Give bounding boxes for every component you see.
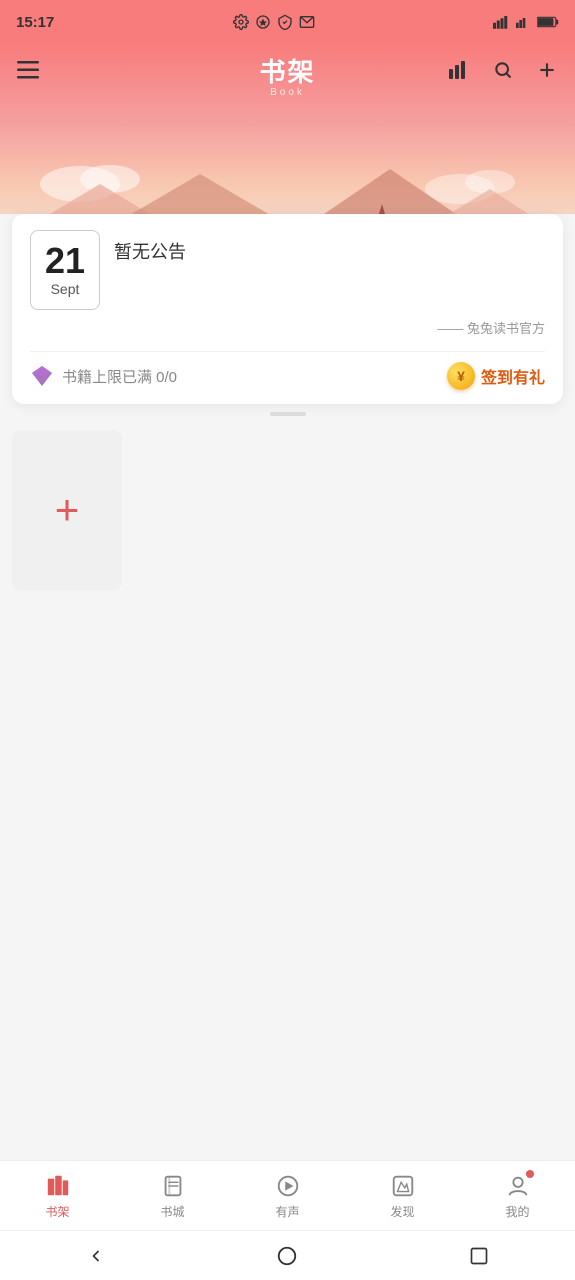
back-button[interactable] bbox=[76, 1236, 116, 1276]
search-icon bbox=[493, 60, 513, 80]
coin-icon: ¥ bbox=[447, 362, 475, 390]
vpn-icon bbox=[277, 14, 293, 30]
status-time: 15:17 bbox=[16, 14, 54, 31]
search-button[interactable] bbox=[489, 56, 517, 84]
add-icon bbox=[537, 60, 557, 80]
nav-item-audio[interactable]: 有声 bbox=[230, 1172, 345, 1220]
system-nav-bar bbox=[0, 1230, 575, 1280]
recents-button[interactable] bbox=[459, 1236, 499, 1276]
battery-icon bbox=[537, 16, 559, 28]
book-limit: 书籍上限已满 0/0 bbox=[30, 364, 177, 388]
check-in-label: 签到有礼 bbox=[481, 364, 545, 388]
calendar-day: 21 bbox=[45, 243, 85, 279]
announcement-footer: 书籍上限已满 0/0 ¥ 签到有礼 bbox=[30, 351, 545, 390]
status-icons bbox=[233, 14, 315, 30]
store-icon bbox=[159, 1172, 187, 1200]
nav-item-discover[interactable]: 发现 bbox=[345, 1172, 460, 1220]
add-book-plus: + bbox=[55, 489, 80, 531]
home-button[interactable] bbox=[267, 1236, 307, 1276]
announcement-top: 21 Sept 暂无公告 bbox=[30, 230, 545, 310]
bottom-nav: 书架 书城 有声 发现 bbox=[0, 1160, 575, 1230]
menu-icon bbox=[17, 61, 39, 79]
app-title-zh: 书架 bbox=[259, 52, 315, 89]
add-button[interactable] bbox=[533, 56, 561, 84]
bookshelf: + bbox=[12, 430, 563, 590]
scroll-indicator bbox=[270, 412, 306, 416]
calendar-month: Sept bbox=[51, 281, 80, 297]
audio-icon bbox=[274, 1172, 302, 1200]
nav-label-store: 书城 bbox=[160, 1203, 184, 1220]
header-left-actions bbox=[14, 56, 42, 84]
book-limit-text: 书籍上限已满 0/0 bbox=[62, 366, 177, 387]
menu-button[interactable] bbox=[14, 56, 42, 84]
nav-label-discover: 发现 bbox=[390, 1203, 414, 1220]
nav-item-mine[interactable]: 我的 bbox=[460, 1172, 575, 1220]
nav-label-shelf: 书架 bbox=[45, 1203, 69, 1220]
chart-button[interactable] bbox=[445, 56, 473, 84]
announcement-text: 暂无公告 bbox=[114, 230, 186, 264]
recents-icon bbox=[469, 1246, 489, 1266]
header-right-actions bbox=[445, 56, 561, 84]
shelf-icon bbox=[44, 1172, 72, 1200]
mine-icon bbox=[504, 1172, 532, 1200]
back-icon bbox=[86, 1246, 106, 1266]
settings-icon bbox=[233, 14, 249, 30]
check-in-button[interactable]: ¥ 签到有礼 bbox=[447, 362, 545, 390]
app-title: 书架 Book bbox=[259, 52, 315, 98]
nav-item-store[interactable]: 书城 bbox=[115, 1172, 230, 1220]
nav-label-audio: 有声 bbox=[275, 1203, 299, 1220]
network-icon bbox=[516, 15, 532, 29]
main-content: 21 Sept 暂无公告 —— 兔兔读书官方 书籍上限已满 0/0 ¥ 签到有礼 bbox=[0, 214, 575, 590]
add-book-card[interactable]: + bbox=[12, 430, 122, 590]
nav-label-mine: 我的 bbox=[505, 1203, 529, 1220]
status-bar: 15:17 bbox=[0, 0, 575, 44]
wifi-icon bbox=[493, 15, 511, 29]
announcement-card: 21 Sept 暂无公告 —— 兔兔读书官方 书籍上限已满 0/0 ¥ 签到有礼 bbox=[12, 214, 563, 404]
calendar-box: 21 Sept bbox=[30, 230, 100, 310]
discover-icon bbox=[389, 1172, 417, 1200]
diamond-icon bbox=[30, 364, 54, 388]
home-circle-icon bbox=[276, 1245, 298, 1267]
announcement-source: —— 兔兔读书官方 bbox=[30, 318, 545, 337]
signal-icons bbox=[493, 15, 559, 29]
nav-item-shelf[interactable]: 书架 bbox=[0, 1172, 115, 1220]
mail-icon bbox=[299, 14, 315, 30]
mine-badge bbox=[526, 1170, 534, 1178]
chart-icon bbox=[449, 61, 469, 79]
location-icon bbox=[255, 14, 271, 30]
